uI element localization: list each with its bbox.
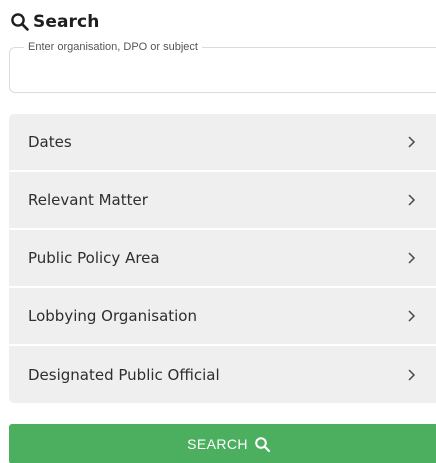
chevron-right-icon: [408, 252, 416, 264]
filter-item-dates[interactable]: Dates: [9, 114, 436, 172]
search-heading: Search: [10, 11, 99, 33]
filter-item-label: Designated Public Official: [28, 365, 220, 384]
search-icon: [11, 13, 29, 31]
filter-item-designated-public-official[interactable]: Designated Public Official: [9, 346, 436, 403]
chevron-right-icon: [408, 194, 416, 206]
filter-item-public-policy-area[interactable]: Public Policy Area: [9, 230, 436, 288]
search-heading-title: Search: [33, 12, 100, 32]
filter-item-lobbying-organisation[interactable]: Lobbying Organisation: [9, 288, 436, 346]
chevron-right-icon: [408, 136, 416, 148]
search-button-label: SEARCH: [187, 436, 248, 452]
search-field-label: Enter organisation, DPO or subject: [24, 40, 202, 54]
search-input[interactable]: [12, 60, 416, 86]
search-panel: Search Enter organisation, DPO or subjec…: [0, 0, 436, 463]
filter-item-label: Lobbying Organisation: [28, 307, 197, 325]
filter-item-label: Relevant Matter: [28, 191, 148, 209]
search-button[interactable]: SEARCH: [9, 424, 436, 463]
chevron-right-icon: [408, 310, 416, 322]
filter-list: Dates Relevant Matter Public Policy Area…: [9, 114, 436, 403]
filter-item-label: Public Policy Area: [28, 249, 160, 267]
chevron-right-icon: [408, 368, 416, 381]
filter-item-relevant-matter[interactable]: Relevant Matter: [9, 172, 436, 230]
search-icon: [255, 436, 270, 452]
filter-item-label: Dates: [28, 133, 72, 151]
